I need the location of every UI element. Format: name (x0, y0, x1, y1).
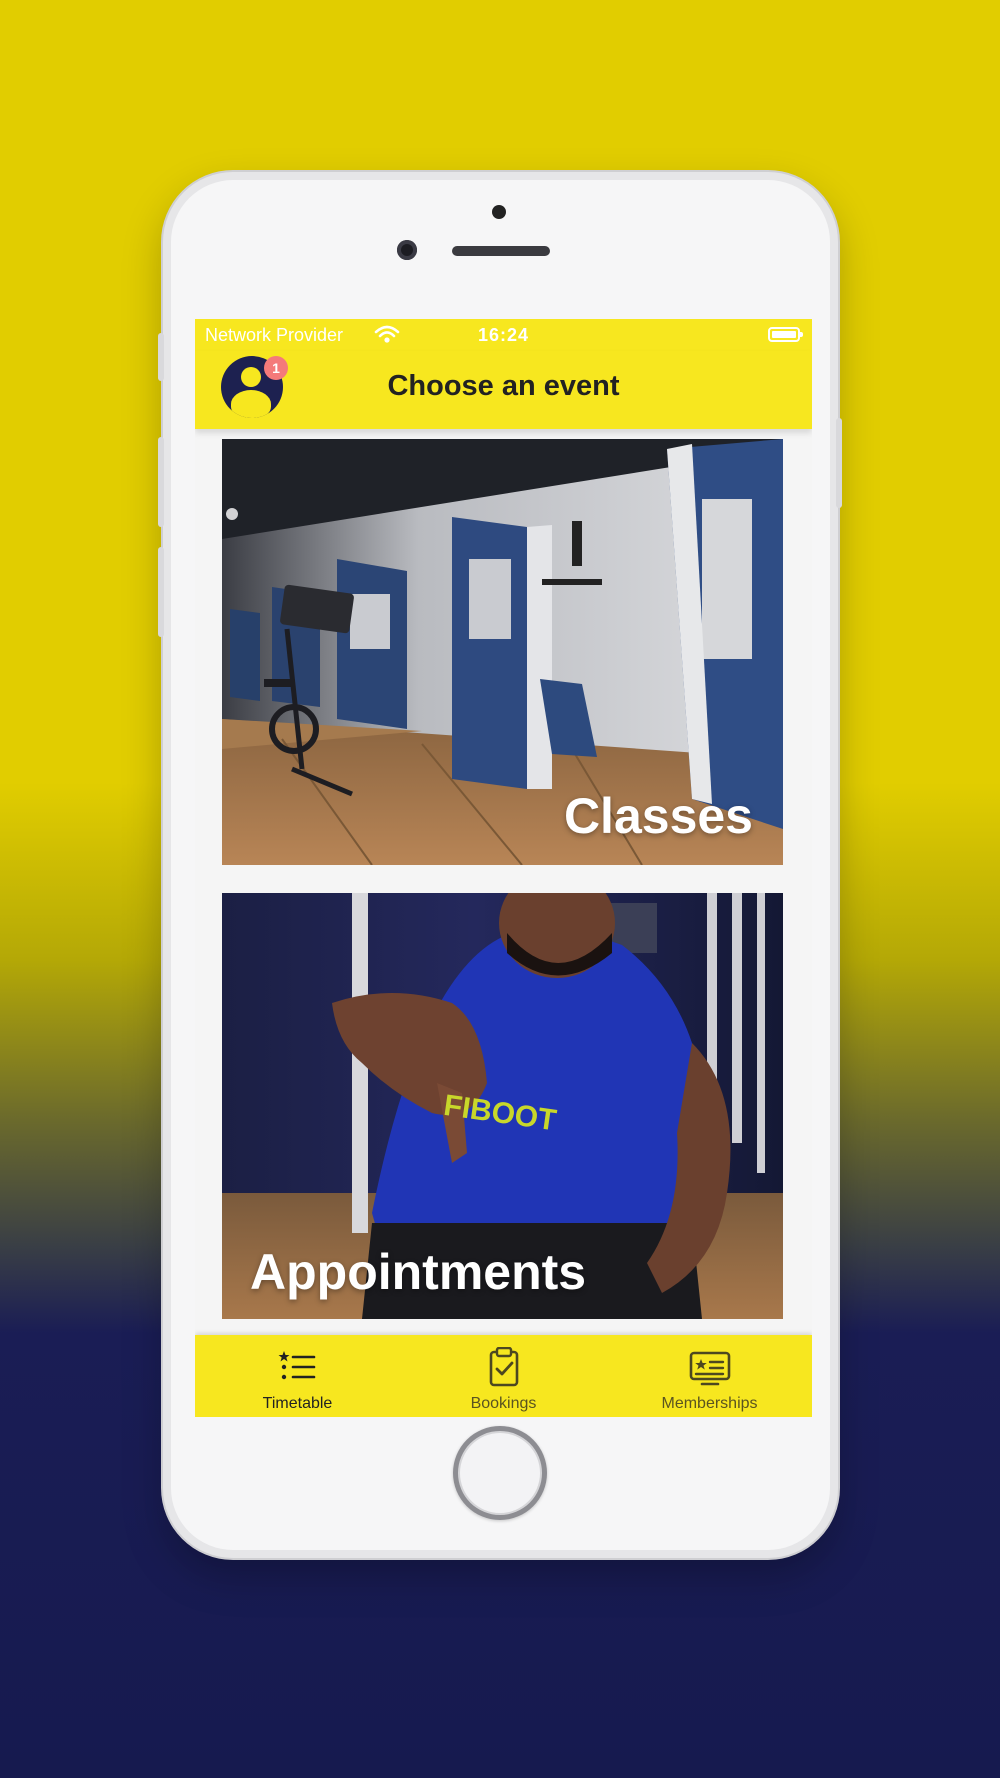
tab-timetable-label: Timetable (262, 1395, 333, 1412)
status-bar: Network Provider 16:24 (195, 319, 812, 351)
classes-card[interactable]: Classes (222, 439, 783, 865)
battery-icon (768, 327, 803, 342)
mute-switch (158, 333, 164, 381)
home-button[interactable] (453, 1426, 547, 1520)
volume-down-button (158, 547, 164, 637)
earpiece-speaker (452, 246, 550, 256)
classes-label: Classes (563, 788, 753, 844)
event-list: Classes FIBOOT Appointments (195, 429, 812, 1342)
clipboard-check-icon (489, 1347, 519, 1387)
tab-memberships[interactable]: Memberships (607, 1335, 812, 1417)
app-screen: Network Provider 16:24 1 Choose an event (195, 319, 812, 1417)
appointments-label: Appointments (250, 1244, 587, 1300)
tab-timetable[interactable]: Timetable (195, 1335, 400, 1417)
volume-up-button (158, 437, 164, 527)
front-camera (397, 240, 417, 260)
appointments-card[interactable]: FIBOOT Appointments (222, 893, 783, 1319)
clock: 16:24 (477, 325, 530, 345)
tab-bookings-label: Bookings (470, 1395, 537, 1412)
power-button (836, 418, 842, 508)
id-card-icon (689, 1351, 731, 1386)
proximity-sensor (492, 205, 506, 219)
tab-bar: Timetable Bookings Memberships (195, 1335, 812, 1417)
page-title: Choose an event (387, 370, 620, 402)
list-icon (278, 1351, 316, 1380)
tab-bookings[interactable]: Bookings (401, 1335, 606, 1417)
header-bar: 1 Choose an event (195, 351, 812, 429)
tab-memberships-label: Memberships (661, 1395, 758, 1412)
